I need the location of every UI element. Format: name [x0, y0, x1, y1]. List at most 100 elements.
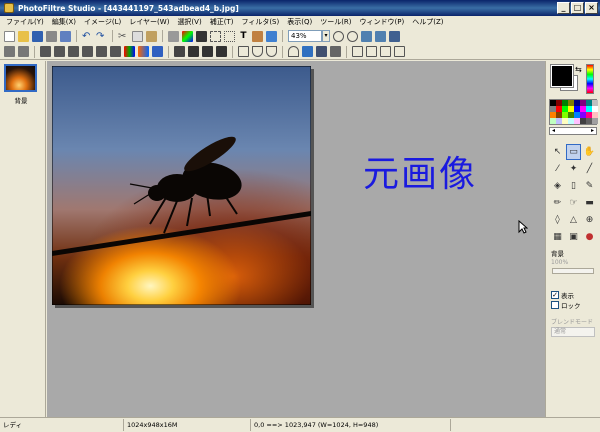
zoom-in-icon[interactable] [333, 30, 344, 42]
auto-levels-icon[interactable] [4, 46, 15, 57]
fruit-tool-icon[interactable]: ● [582, 229, 597, 245]
menu-help[interactable]: ヘルプ(Z) [408, 17, 447, 27]
text-tool-icon[interactable]: T [238, 31, 249, 42]
brightness-icon[interactable] [40, 46, 51, 57]
open-folder-icon[interactable] [18, 30, 29, 42]
low-contrast-icon[interactable] [82, 46, 93, 57]
blend-mode-select[interactable]: 通常 [551, 327, 595, 337]
opacity-slider[interactable] [552, 268, 594, 274]
flip-icon[interactable] [366, 46, 377, 57]
new-file-icon[interactable] [4, 30, 15, 42]
gamma-down-icon[interactable] [110, 46, 121, 57]
fullscreen-icon[interactable] [389, 30, 400, 42]
darkness-icon[interactable] [54, 46, 65, 57]
invert-icon[interactable] [188, 46, 199, 57]
rotate-icon[interactable] [380, 46, 391, 57]
spray-tool-icon[interactable]: ▯ [566, 178, 581, 194]
status-size: 1024x948x16M [124, 419, 251, 431]
selection-tool-icon[interactable]: ▭ [566, 144, 581, 160]
gamma-icon[interactable] [96, 46, 107, 57]
color-palette[interactable] [549, 99, 598, 125]
texture-icon[interactable] [316, 46, 327, 57]
desaturation-icon[interactable] [138, 46, 149, 57]
canvas-icon[interactable] [196, 30, 207, 42]
pointer-tool-icon[interactable]: ↖ [550, 144, 565, 160]
fit-window-icon[interactable] [361, 30, 372, 42]
title-bar: PhotoFiltre Studio - [443441197_543adbea… [0, 0, 600, 16]
histogram-icon[interactable] [152, 46, 163, 57]
menu-tools[interactable]: ツール(R) [316, 17, 355, 27]
rotate-back-icon[interactable] [394, 46, 405, 57]
photo-canvas[interactable] [52, 66, 311, 305]
color-palette-icon[interactable] [182, 30, 193, 42]
foreground-color-swatch[interactable] [550, 64, 574, 88]
menu-layer[interactable]: レイヤー(W) [125, 17, 173, 27]
swap-colors-icon[interactable]: ⇆ [575, 65, 582, 74]
fill-tool-icon[interactable]: ◈ [550, 178, 565, 194]
menu-file[interactable]: ファイル(Y) [2, 17, 48, 27]
redo-icon[interactable]: ↷ [96, 31, 107, 42]
lock-checkbox[interactable] [551, 301, 559, 309]
selection-icon[interactable] [210, 30, 221, 42]
zoom-dropdown-icon[interactable]: ▾ [322, 30, 330, 42]
pencil-tool-icon[interactable]: ✏ [550, 195, 565, 211]
sharpen-tool-icon[interactable]: △ [566, 212, 581, 228]
pattern-tool-icon[interactable]: ▦ [550, 229, 565, 245]
saturation-icon[interactable] [124, 46, 135, 57]
menu-filter[interactable]: フィルタ(S) [237, 17, 283, 27]
zoom-out-icon[interactable] [347, 30, 358, 42]
cut-icon[interactable]: ✂ [118, 31, 129, 42]
magic-wand-tool-icon[interactable]: ✦ [566, 161, 581, 177]
menu-select[interactable]: 選択(V) [173, 17, 205, 27]
line-tool-icon[interactable]: ╱ [582, 161, 597, 177]
menu-view[interactable]: 表示(Q) [283, 17, 316, 27]
window-controls: _ □ × [557, 2, 598, 14]
workspace[interactable]: 元画像 [47, 61, 545, 417]
copy-icon[interactable] [132, 30, 143, 42]
status-empty [451, 419, 600, 431]
grayscale-icon[interactable] [174, 46, 185, 57]
posterize-icon[interactable] [202, 46, 213, 57]
blur-icon[interactable] [238, 46, 249, 57]
palette-scrollbar[interactable]: ◂ ▸ [549, 127, 597, 135]
status-ready: レディ [0, 419, 124, 431]
clone-tool-icon[interactable]: ⊕ [582, 212, 597, 228]
mirror-icon[interactable] [352, 46, 363, 57]
blur-tool-icon[interactable]: ◊ [550, 212, 565, 228]
web-icon[interactable] [266, 30, 277, 42]
eyedropper-tool-icon[interactable]: ⁄ [550, 161, 565, 177]
zoom-input[interactable]: 43% [288, 30, 322, 42]
print-icon[interactable] [46, 30, 57, 42]
crop-icon[interactable] [224, 30, 235, 42]
smudge-tool-icon[interactable]: ☞ [566, 195, 581, 211]
scan-icon[interactable] [60, 30, 71, 42]
minimize-button[interactable]: _ [557, 2, 570, 14]
emboss-icon[interactable] [288, 46, 299, 57]
image-stamp-tool-icon[interactable]: ▣ [566, 229, 581, 245]
contrast-icon[interactable] [68, 46, 79, 57]
hand-tool-icon[interactable]: ✋ [582, 144, 597, 160]
menu-adjust[interactable]: 補正(T) [206, 17, 238, 27]
menu-window[interactable]: ウィンドウ(P) [356, 17, 409, 27]
hue-bar[interactable] [586, 64, 594, 94]
frame-icon[interactable] [330, 46, 341, 57]
effect-icon[interactable] [302, 46, 313, 57]
paste-icon[interactable] [146, 30, 157, 42]
brush-tool-icon[interactable]: ✎ [582, 178, 597, 194]
stamp-icon[interactable] [252, 30, 263, 42]
maximize-button[interactable]: □ [571, 2, 584, 14]
actual-size-icon[interactable] [375, 30, 386, 42]
close-button[interactable]: × [585, 2, 598, 14]
drop-icon[interactable] [252, 46, 263, 57]
image-thumbnail[interactable] [4, 64, 37, 92]
auto-contrast-icon[interactable] [18, 46, 29, 57]
bw-icon[interactable] [216, 46, 227, 57]
undo-icon[interactable]: ↶ [82, 31, 93, 42]
visible-checkbox[interactable]: ✓ [551, 291, 559, 299]
sharpen-icon[interactable] [266, 46, 277, 57]
eraser-tool-icon[interactable]: ▬ [582, 195, 597, 211]
image-size-icon[interactable] [168, 30, 179, 42]
menu-image[interactable]: イメージ(L) [80, 17, 125, 27]
save-icon[interactable] [32, 30, 43, 42]
menu-edit[interactable]: 編集(X) [48, 17, 80, 27]
